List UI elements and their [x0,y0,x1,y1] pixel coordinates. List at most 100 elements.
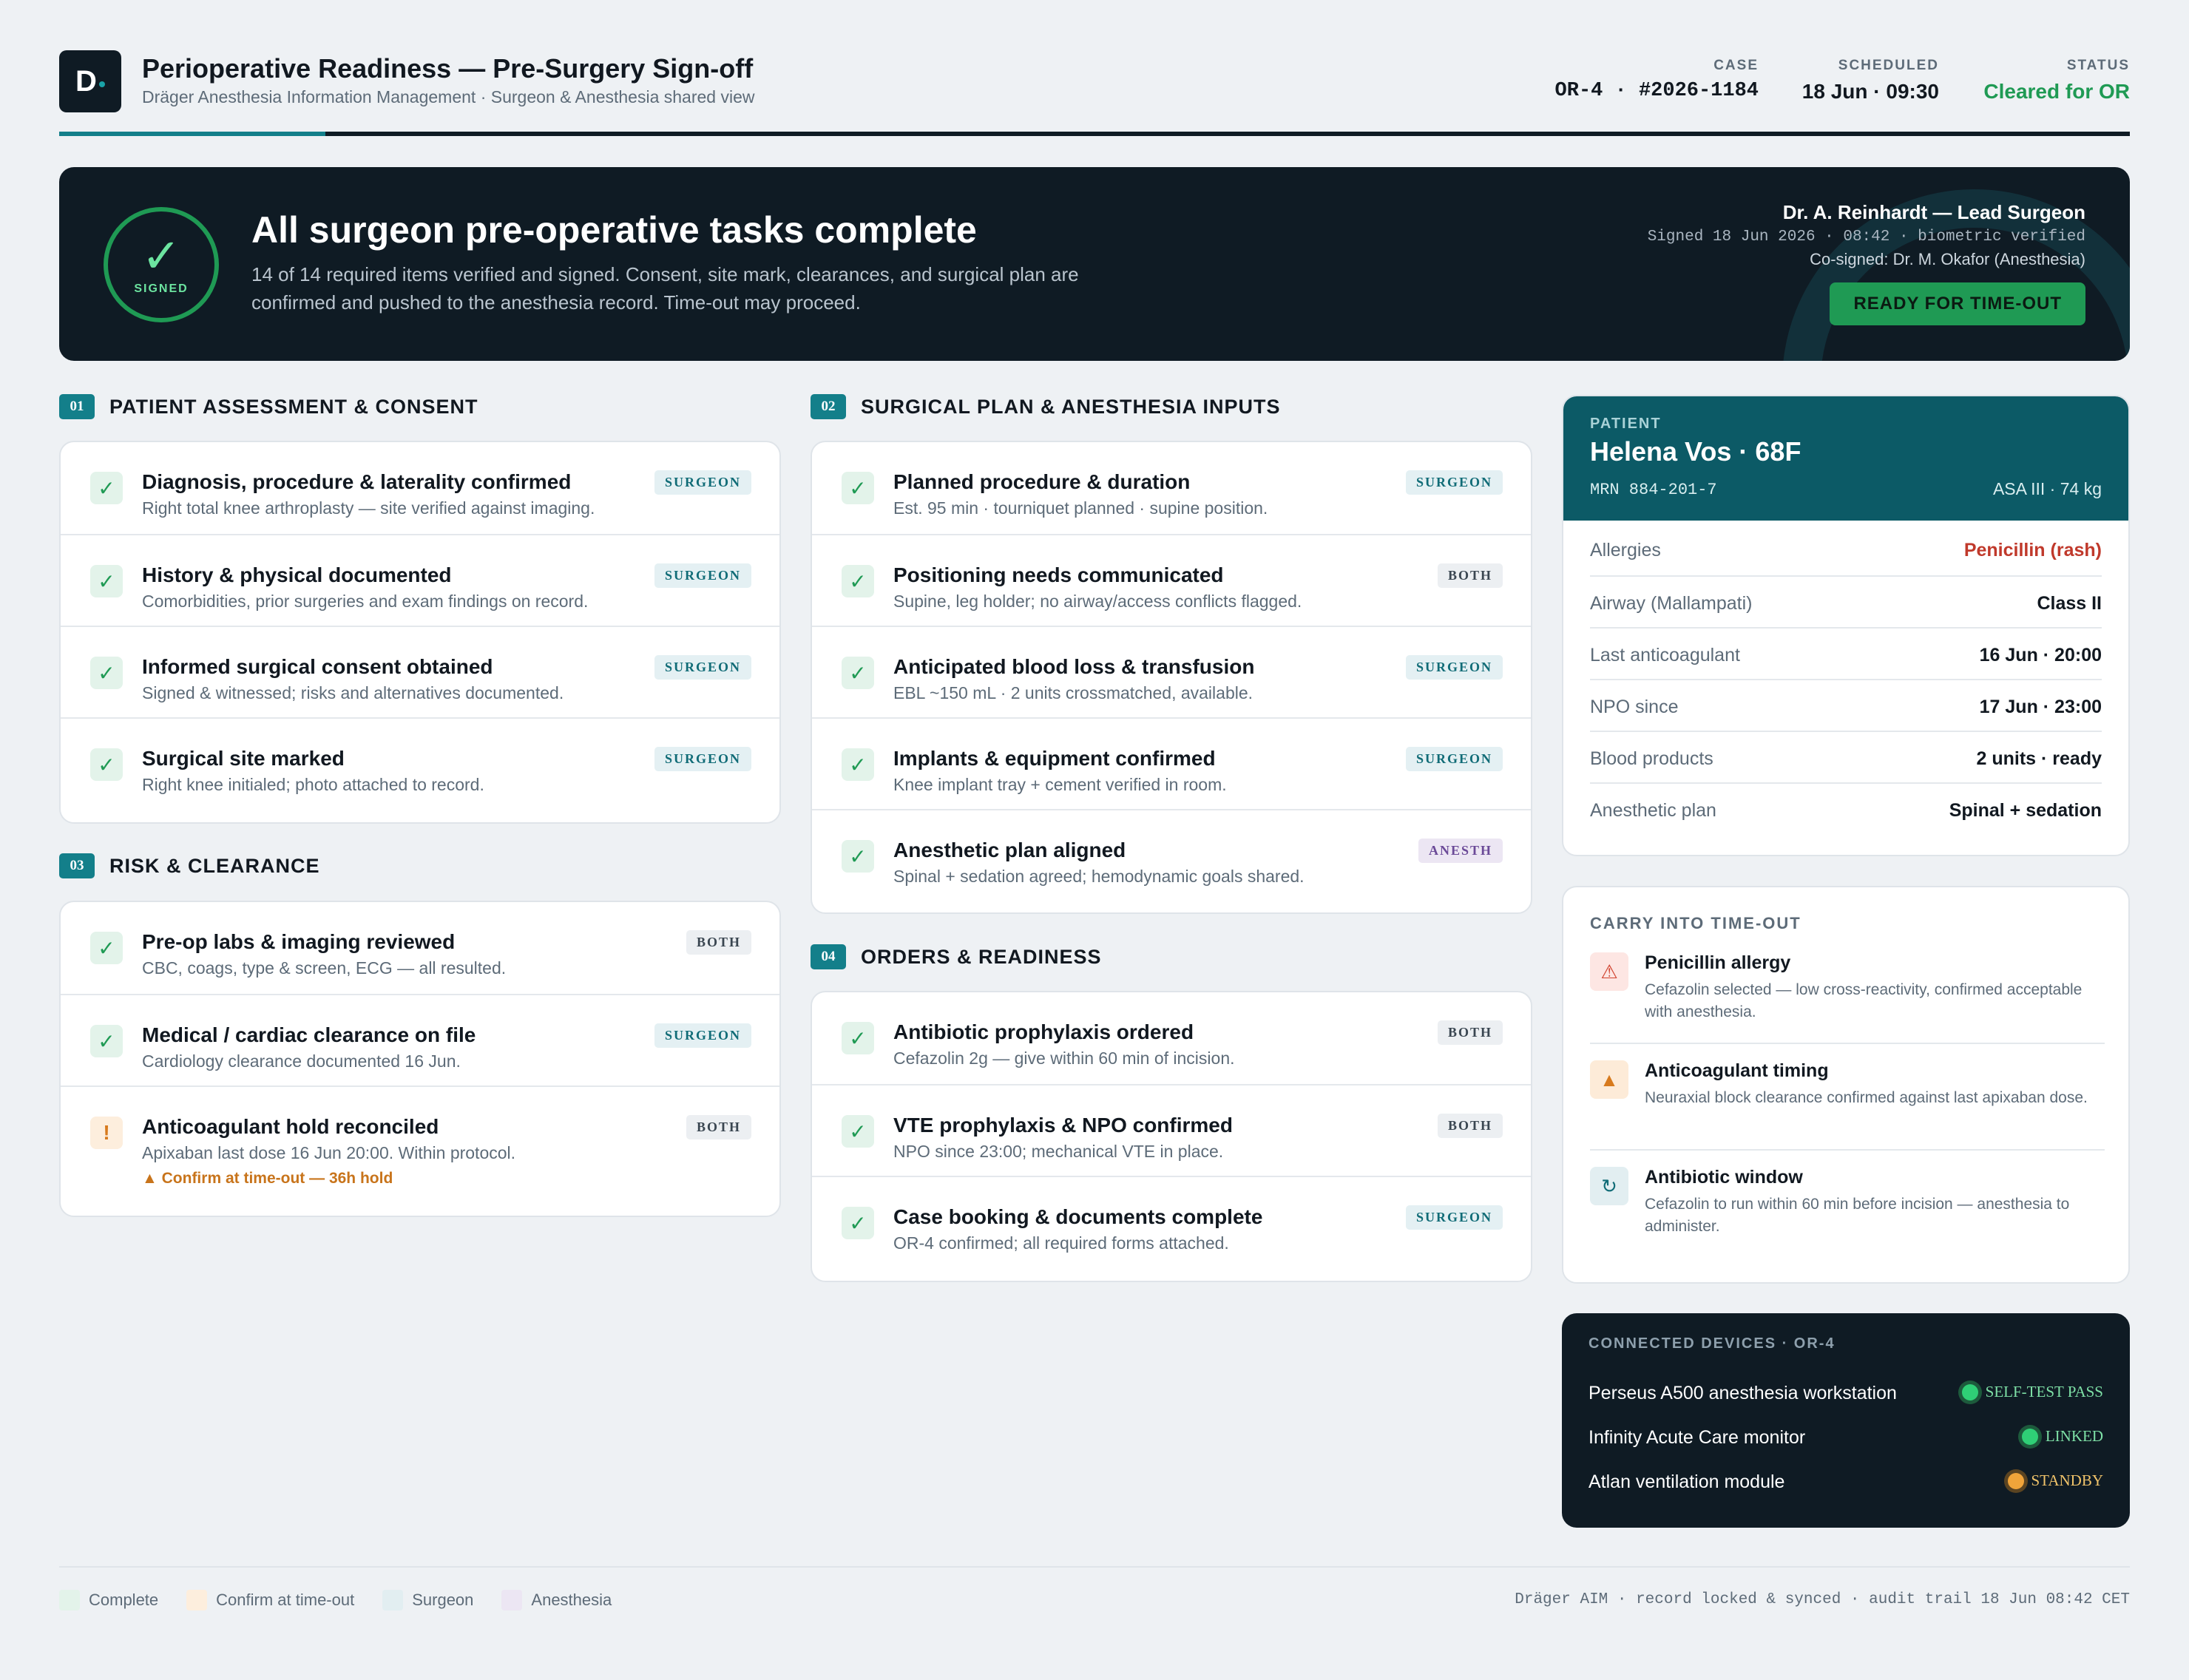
divider [1590,1149,2105,1151]
carry-item-desc: Neuraxial block clearance confirmed agai… [1645,1089,2088,1106]
scheduled-value: 18 Jun · 09:30 [1801,80,1939,103]
signed-seal: ✓ SIGNED [104,207,219,322]
carry-into-timeout-card: CARRY INTO TIME-OUT ⚠ Penicillin allergy… [1562,886,2130,1284]
checklist-item[interactable]: ✓ History & physical documented Comorbidit… [61,534,779,626]
checklist-item[interactable]: ✓ Diagnosis, procedure & laterality confi… [61,442,779,534]
legend-swatch [59,1590,80,1610]
patient-card: PATIENT Helena Vos · 68F MRN 884-201-7 A… [1562,395,2130,856]
carry-item-antibiotic: ↻ Antibiotic window Cefazolin to run wit… [1590,1167,2105,1241]
detail-value: 17 Jun · 23:00 [1979,697,2102,717]
caution-triangle-icon: ▲ [1590,1060,1628,1099]
checklist-item[interactable]: ✓ Informed surgical consent obtained Signe… [61,626,779,717]
device-status: SELF-TEST PASS [1961,1383,2103,1401]
seal-text: SIGNED [134,282,189,295]
checklist-item[interactable]: ✓ Pre-op labs & imaging reviewed CBC, coag… [61,902,779,994]
checklist-card-patient-assessment: ✓ Diagnosis, procedure & laterality confi… [59,441,781,824]
patient-detail-row: Allergies Penicillin (rash) [1590,524,2102,575]
status-label: STATUS [2066,58,2130,73]
carry-label: CARRY INTO TIME-OUT [1590,914,1801,932]
role-tag: SURGEON [654,470,751,495]
item-description: Spinal + sedation agreed; hemodynamic go… [893,867,1305,886]
check-icon: ✓ [141,229,181,282]
status-meta: STATUS Cleared for OR [1983,58,2130,104]
detail-key: Airway (Mallampati) [1590,593,1753,614]
item-description: Est. 95 min · tourniquet planned · supin… [893,498,1268,518]
devices-label: CONNECTED DEVICES · OR-4 [1589,1335,1836,1352]
audit-footnote: Dräger AIM · record locked & synced · au… [1515,1591,2130,1608]
detail-key: Blood products [1590,748,1713,769]
role-tag: SURGEON [654,747,751,771]
legend-anesthesia: Anesthesia [501,1590,612,1610]
carry-item-title: Penicillin allergy [1645,952,1791,973]
item-title: Implants & equipment confirmed [893,747,1216,770]
checklist-item[interactable]: ✓ Anesthetic plan aligned Spinal + sedatio… [812,809,1531,901]
item-title: History & physical documented [142,563,452,586]
carry-item-anticoagulant: ▲ Anticoagulant timing Neuraxial block c… [1590,1060,2105,1134]
legend-complete: Complete [59,1590,158,1610]
device-row-ventilation[interactable]: Atlan ventilation module STANDBY [1589,1469,2103,1498]
check-icon: ✓ [842,840,874,873]
check-icon: ✓ [90,472,123,504]
role-tag: BOTH [1437,1114,1503,1138]
signoff-banner: ✓ SIGNED All surgeon pre-operative tasks… [59,167,2130,361]
checklist-item[interactable]: ✓ Anticipated blood loss & transfusion EBL… [812,626,1531,717]
legend-swatch [382,1590,404,1610]
section-header-01: 01 PATIENT ASSESSMENT & CONSENT [59,394,478,419]
device-name: Infinity Acute Care monitor [1589,1427,1806,1448]
checklist-item[interactable]: ! Anticoagulant hold reconciled Apixaban l… [61,1085,779,1207]
role-tag: BOTH [686,930,751,955]
carry-item-title: Anticoagulant timing [1645,1060,1829,1081]
checklist-item[interactable]: ✓ VTE prophylaxis & NPO confirmed NPO sinc… [812,1084,1531,1176]
checklist-item[interactable]: ✓ Antibiotic prophylaxis ordered Cefazolin… [812,992,1531,1084]
checklist-item[interactable]: ✓ Positioning needs communicated Supine, l… [812,534,1531,626]
device-row-monitor[interactable]: Infinity Acute Care monitor LINKED [1589,1424,2103,1454]
item-title: Diagnosis, procedure & laterality confir… [142,470,572,493]
checklist-card-risk-clearance: ✓ Pre-op labs & imaging reviewed CBC, coag… [59,901,781,1217]
section-header-04: 04 ORDERS & READINESS [811,944,1102,969]
item-description: CBC, coags, type & screen, ECG — all res… [142,958,507,978]
status-dot-icon [2021,1428,2038,1445]
detail-key: Anesthetic plan [1590,800,1716,821]
section-title: ORDERS & READINESS [861,945,1102,968]
detail-value: Penicillin (rash) [1963,540,2102,560]
checklist-item[interactable]: ✓ Implants & equipment confirmed Knee impl… [812,717,1531,809]
item-description: Apixaban last dose 16 Jun 20:00. Within … [142,1143,516,1162]
ready-for-timeout-button[interactable]: READY FOR TIME-OUT [1830,282,2085,325]
check-icon: ✓ [90,932,123,964]
legend: Complete Confirm at time-out Surgeon Ane… [59,1590,612,1610]
role-tag: BOTH [1437,563,1503,588]
check-icon: ✓ [842,748,874,781]
cosigner: Co-signed: Dr. M. Okafor (Anesthesia) [1810,250,2085,268]
checklist-item[interactable]: ✓ Surgical site marked Right knee initiale… [61,717,779,809]
section-number: 03 [59,853,95,878]
checklist-item[interactable]: ✓ Case booking & documents complete OR-4 c… [812,1176,1531,1267]
item-title: VTE prophylaxis & NPO confirmed [893,1114,1233,1137]
role-tag: BOTH [1437,1020,1503,1045]
signature-block: Dr. A. Reinhardt — Lead Surgeon Signed 1… [1648,201,2085,325]
device-row-workstation[interactable]: Perseus A500 anesthesia workstation SELF… [1589,1380,2103,1409]
legend-confirm: Confirm at time-out [186,1590,354,1610]
carry-item-title: Antibiotic window [1645,1167,1803,1188]
section-header-02: 02 SURGICAL PLAN & ANESTHESIA INPUTS [811,394,1281,419]
carry-item-desc: Cefazolin to run within 60 min before in… [1645,1196,2070,1235]
banner-text: 14 of 14 required items verified and sig… [251,263,1079,314]
carry-item-desc: Cefazolin selected — low cross-reactivit… [1645,981,2083,1020]
scheduled-label: SCHEDULED [1838,58,1939,73]
item-title: Medical / cardiac clearance on file [142,1023,476,1046]
detail-key: Allergies [1590,540,1661,560]
app-header: D Perioperative Readiness — Pre-Surgery … [59,50,2130,139]
detail-key: Last anticoagulant [1590,645,1740,665]
detail-value: Spinal + sedation [1949,800,2102,821]
role-tag: SURGEON [1405,470,1503,495]
status-dot-icon [1961,1383,1978,1400]
device-name: Atlan ventilation module [1589,1471,1785,1492]
refresh-icon: ↻ [1590,1167,1628,1205]
item-description: EBL ~150 mL · 2 units crossmatched, avai… [893,683,1253,702]
patient-detail-row: Last anticoagulant 16 Jun · 20:00 [1590,627,2102,679]
checklist-item[interactable]: ✓ Medical / cardiac clearance on file Card… [61,994,779,1085]
section-number: 01 [59,394,95,419]
checklist-item[interactable]: ✓ Planned procedure & duration Est. 95 min… [812,442,1531,534]
item-description: Knee implant tray + cement verified in r… [893,775,1227,794]
divider [1590,1043,2105,1044]
app-logo: D [59,50,121,112]
